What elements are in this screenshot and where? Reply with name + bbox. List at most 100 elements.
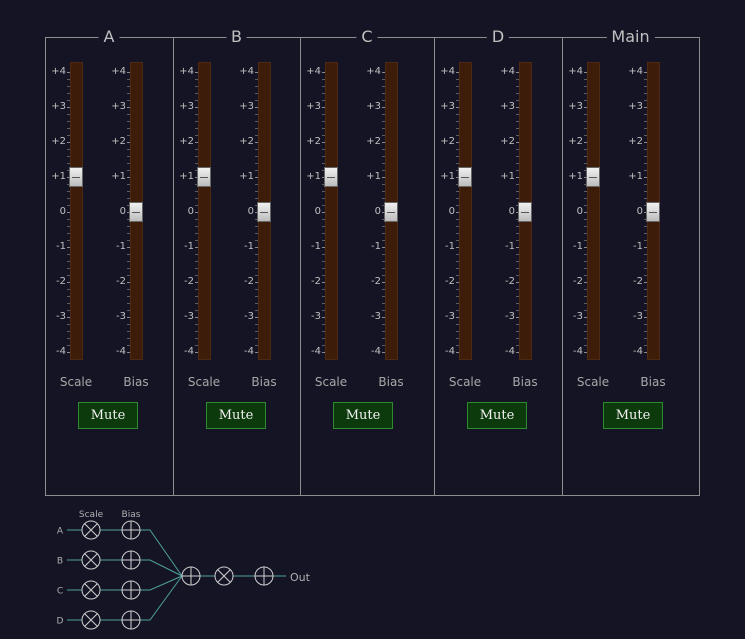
channel-a-bias-tick-label: -1 — [116, 241, 126, 252]
channel-main-scale-fader-track[interactable] — [587, 62, 600, 360]
channel-d-bias-tick-label: -4 — [505, 346, 515, 357]
diagram-bias-header: Bias — [122, 510, 141, 520]
channel-b-scale-tick-label: +4 — [179, 66, 194, 77]
channel-b-scale-label: Scale — [187, 375, 221, 389]
channel-c-bias-fader-thumb[interactable] — [384, 202, 398, 222]
channel-b-scale-tick-label: +2 — [179, 136, 194, 147]
channel-d-bias-tick-label: +1 — [500, 171, 515, 182]
channel-a-bias-label: Bias — [123, 375, 149, 389]
channel-d-mute-button[interactable]: Mute — [467, 402, 527, 429]
channel-b-scale-tick-label: 0 — [187, 206, 194, 217]
channel-d-scale-fader-thumb[interactable] — [458, 167, 472, 187]
channel-a-scale-fader-thumb[interactable] — [69, 167, 83, 187]
channel-d-scale-tick-label: -2 — [445, 276, 455, 287]
channel-d-scale-label: Scale — [448, 375, 482, 389]
diagram-wire — [140, 575, 183, 621]
channel-b-scale-fader-track[interactable] — [198, 62, 211, 360]
diagram-input-label: D — [57, 617, 64, 627]
channel-b-scale-tick-label: +3 — [179, 101, 194, 112]
main-bias-node — [254, 566, 274, 586]
channel-main-bias-label: Bias — [640, 375, 666, 389]
channel-a-mute-button[interactable]: Mute — [78, 402, 138, 429]
diagram-input-label: C — [57, 587, 63, 597]
channel-b-mute-button[interactable]: Mute — [206, 402, 266, 429]
channel-c-scale-fader-track[interactable] — [325, 62, 338, 360]
channel-a-scale-tick-label: -2 — [56, 276, 66, 287]
channel-main-bias-tick-label: -4 — [633, 346, 643, 357]
channel-d-scale-fader-track[interactable] — [459, 62, 472, 360]
channel-d-scale-tick-label: +1 — [440, 171, 455, 182]
channel-c-bias-tick-label: +1 — [366, 171, 381, 182]
channel-d-scale-tick-label: +3 — [440, 101, 455, 112]
channel-b-scale-tick-label: -2 — [184, 276, 194, 287]
channel-d-bias-label: Bias — [512, 375, 538, 389]
channel-b-bias-tick-label: -4 — [244, 346, 254, 357]
channel-c-bias-tick-label: +2 — [366, 136, 381, 147]
channel-d-bias-tick-label: +4 — [500, 66, 515, 77]
channel-b-bias-tick-label: -1 — [244, 241, 254, 252]
channel-c-scale-tick-label: 0 — [314, 206, 321, 217]
channel-b-bias-tick-label: +3 — [239, 101, 254, 112]
channel-c-bias-tick-label: -4 — [371, 346, 381, 357]
channel-b-bias-tick-label: -3 — [244, 311, 254, 322]
channel-b-bias-fader-thumb[interactable] — [257, 202, 271, 222]
channel-main-bias-tick-label: +3 — [628, 101, 643, 112]
channel-b-bias-tick-label: -2 — [244, 276, 254, 287]
channel-main-bias-tick-label: 0 — [636, 206, 643, 217]
channel-c-title: C — [356, 27, 378, 47]
channel-a-bias-tick-label: +4 — [111, 66, 126, 77]
channel-a-scale-tick-label: +2 — [51, 136, 66, 147]
channel-main-scale-tick-label: -2 — [573, 276, 583, 287]
channel-a-scale-tick-label: +1 — [51, 171, 66, 182]
channel-a-scale-tick-label: -3 — [56, 311, 66, 322]
sum-node — [181, 566, 201, 586]
channel-c-scale-tick-label: +1 — [306, 171, 321, 182]
channel-d-bias-tick-label: -2 — [505, 276, 515, 287]
channel-b-bias-tick-label: +1 — [239, 171, 254, 182]
channel-d-bias-tick-label: 0 — [508, 206, 515, 217]
channel-a-bias-tick-label: +3 — [111, 101, 126, 112]
channel-c-bias-tick-label: -3 — [371, 311, 381, 322]
channel-b-scale-tick-label: -4 — [184, 346, 194, 357]
channel-d-bias-fader-thumb[interactable] — [518, 202, 532, 222]
diagram-wire — [140, 529, 183, 577]
channel-a-bias-tick-label: +2 — [111, 136, 126, 147]
channel-main-scale-tick-label: -4 — [573, 346, 583, 357]
channel-d-bias-tick-label: +2 — [500, 136, 515, 147]
channel-c-mute-button[interactable]: Mute — [333, 402, 393, 429]
channel-d-scale-tick-label: +2 — [440, 136, 455, 147]
channel-main-bias-fader-thumb[interactable] — [646, 202, 660, 222]
channel-c-scale-fader-thumb[interactable] — [324, 167, 338, 187]
channel-a-title: A — [98, 27, 120, 47]
channel-a-bias-tick-label: 0 — [119, 206, 126, 217]
channel-main-bias-tick-label: -3 — [633, 311, 643, 322]
channel-b-scale-tick-label: -3 — [184, 311, 194, 322]
channel-b-scale-tick-label: -1 — [184, 241, 194, 252]
channel-c-bias-tick-label: -1 — [371, 241, 381, 252]
diagram-input-label: A — [57, 527, 64, 537]
channel-d-scale-tick-label: -1 — [445, 241, 455, 252]
channel-d-bias-tick-label: +3 — [500, 101, 515, 112]
channel-main-mute-button[interactable]: Mute — [603, 402, 663, 429]
channel-main-scale-label: Scale — [576, 375, 610, 389]
channel-a-scale-tick-label: +3 — [51, 101, 66, 112]
channel-main-scale-tick-label: +2 — [568, 136, 583, 147]
diagram-out-label: Out — [290, 571, 311, 584]
channel-d-scale-tick-label: +4 — [440, 66, 455, 77]
channel-b-bias-label: Bias — [251, 375, 277, 389]
channel-c-scale-tick-label: +2 — [306, 136, 321, 147]
channel-b-scale-fader-thumb[interactable] — [197, 167, 211, 187]
channel-main-bias-tick-label: -2 — [633, 276, 643, 287]
channel-c-scale-tick-label: +3 — [306, 101, 321, 112]
channel-main-bias-tick-label: -1 — [633, 241, 643, 252]
channel-a-bias-tick-label: -4 — [116, 346, 126, 357]
channel-a-bias-fader-thumb[interactable] — [129, 202, 143, 222]
channel-main-scale-fader-thumb[interactable] — [586, 167, 600, 187]
channel-main-scale-tick-label: +3 — [568, 101, 583, 112]
diagram-scale-header: Scale — [79, 510, 104, 520]
channel-a-bias-tick-label: +1 — [111, 171, 126, 182]
channel-a-scale-fader-track[interactable] — [70, 62, 83, 360]
channel-a-scale-tick-label: +4 — [51, 66, 66, 77]
channel-c-bias-tick-label: +4 — [366, 66, 381, 77]
channel-b-bias-tick-label: +4 — [239, 66, 254, 77]
